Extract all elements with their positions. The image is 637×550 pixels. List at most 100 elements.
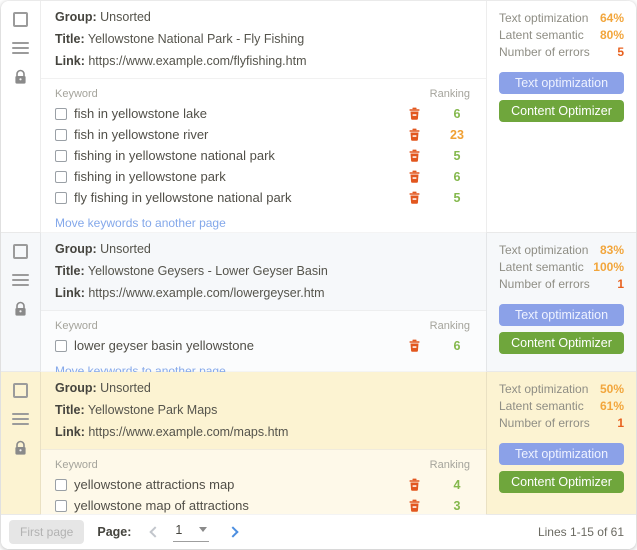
keyword-text: fish in yellowstone river bbox=[74, 127, 208, 142]
stat-value: 100% bbox=[593, 260, 624, 274]
stat-row: Latent semantic 100% bbox=[499, 260, 624, 274]
select-card-checkbox[interactable] bbox=[13, 244, 28, 259]
drag-handle-icon[interactable] bbox=[12, 411, 29, 427]
keyword-cell[interactable]: fish in yellowstone lake bbox=[55, 106, 207, 121]
chevron-right-icon[interactable] bbox=[223, 523, 241, 541]
ranking-column-header: Ranking bbox=[410, 88, 472, 100]
keyword-checkbox[interactable] bbox=[55, 171, 67, 183]
stat-row: Text optimization50% bbox=[499, 382, 624, 396]
title-value: Yellowstone National Park - Fly Fishing bbox=[88, 32, 304, 46]
stat-row: Text optimization64% bbox=[499, 11, 624, 25]
trash-icon[interactable] bbox=[409, 339, 420, 352]
keyword-row: yellowstone attractions map 4 bbox=[55, 474, 472, 495]
stat-label: Latent semantic bbox=[499, 28, 584, 42]
ranking-column-header: Ranking bbox=[410, 459, 472, 471]
group-value: Unsorted bbox=[100, 10, 151, 24]
ranking-value: 6 bbox=[442, 107, 472, 121]
keyword-checkbox[interactable] bbox=[55, 500, 67, 512]
trash-icon[interactable] bbox=[409, 149, 420, 162]
keyword-checkbox[interactable] bbox=[55, 479, 67, 491]
page-meta: Group: Unsorted Title: Yellowstone Geyse… bbox=[41, 233, 486, 310]
ranking-value: 5 bbox=[442, 191, 472, 205]
link-line: Link: https://www.example.com/lowergeyse… bbox=[55, 286, 472, 301]
stat-label: Number of errors bbox=[499, 45, 590, 59]
keyword-actions: 23 bbox=[409, 128, 472, 142]
stat-row: Number of errors1 bbox=[499, 277, 624, 291]
page-card: Group: Unsorted Title: Yellowstone Natio… bbox=[1, 1, 636, 233]
chevron-left-icon[interactable] bbox=[145, 523, 163, 541]
stat-label: Number of errors bbox=[499, 277, 590, 291]
keyword-row: fly fishing in yellowstone national park… bbox=[55, 187, 472, 208]
ranking-value: 6 bbox=[442, 339, 472, 353]
keyword-text: lower geyser basin yellowstone bbox=[74, 338, 254, 353]
keyword-actions: 5 bbox=[409, 191, 472, 205]
trash-icon[interactable] bbox=[409, 478, 420, 491]
content-optimizer-button[interactable]: Content Optimizer bbox=[499, 332, 624, 354]
content-optimizer-button[interactable]: Content Optimizer bbox=[499, 100, 624, 122]
stat-label: Latent semantic bbox=[499, 260, 584, 274]
stat-row: Latent semantic80% bbox=[499, 28, 624, 42]
keyword-text: yellowstone map of attractions bbox=[74, 498, 249, 513]
keyword-text: fish in yellowstone lake bbox=[74, 106, 207, 121]
lock-icon[interactable] bbox=[13, 301, 28, 317]
keyword-row: fishing in yellowstone national park 5 bbox=[55, 145, 472, 166]
ranking-column-header: Ranking bbox=[410, 320, 472, 332]
trash-icon[interactable] bbox=[409, 170, 420, 183]
lock-icon[interactable] bbox=[13, 69, 28, 85]
card-controls-column bbox=[1, 372, 41, 514]
stat-label: Text optimization bbox=[499, 243, 588, 257]
caret-down-icon bbox=[199, 527, 207, 532]
keyword-checkbox[interactable] bbox=[55, 108, 67, 120]
keyword-text: fly fishing in yellowstone national park bbox=[74, 190, 292, 205]
select-card-checkbox[interactable] bbox=[13, 383, 28, 398]
trash-icon[interactable] bbox=[409, 191, 420, 204]
lock-icon[interactable] bbox=[13, 440, 28, 456]
drag-handle-icon[interactable] bbox=[12, 40, 29, 56]
text-optimization-button[interactable]: Text optimization bbox=[499, 443, 624, 465]
keyword-cell[interactable]: yellowstone attractions map bbox=[55, 477, 234, 492]
keyword-row: fish in yellowstone river 23 bbox=[55, 124, 472, 145]
title-value: Yellowstone Geysers - Lower Geyser Basin bbox=[88, 264, 328, 278]
title-label: Title: bbox=[55, 403, 85, 417]
select-card-checkbox[interactable] bbox=[13, 12, 28, 27]
keyword-cell[interactable]: fly fishing in yellowstone national park bbox=[55, 190, 292, 205]
link-line: Link: https://www.example.com/flyfishing… bbox=[55, 54, 472, 69]
stat-label: Latent semantic bbox=[499, 399, 584, 413]
lines-info: Lines 1-15 of 61 bbox=[538, 525, 624, 539]
text-optimization-button[interactable]: Text optimization bbox=[499, 72, 624, 94]
page-number-select[interactable]: 1 bbox=[173, 523, 209, 542]
keyword-cell[interactable]: fishing in yellowstone national park bbox=[55, 148, 275, 163]
trash-icon[interactable] bbox=[409, 499, 420, 512]
content-optimizer-button[interactable]: Content Optimizer bbox=[499, 471, 624, 493]
first-page-button[interactable]: First page bbox=[9, 520, 84, 544]
keyword-column-header: Keyword bbox=[55, 459, 98, 471]
group-line: Group: Unsorted bbox=[55, 10, 472, 25]
card-main: Group: Unsorted Title: Yellowstone Park … bbox=[41, 372, 486, 514]
trash-icon[interactable] bbox=[409, 107, 420, 120]
keyword-checkbox[interactable] bbox=[55, 340, 67, 352]
stat-value: 61% bbox=[600, 399, 624, 413]
keyword-checkbox[interactable] bbox=[55, 150, 67, 162]
group-line: Group: Unsorted bbox=[55, 242, 472, 257]
trash-icon[interactable] bbox=[409, 128, 420, 141]
card-controls-column bbox=[1, 1, 41, 232]
stat-row: Number of errors1 bbox=[499, 416, 624, 430]
keyword-column-header: Keyword bbox=[55, 88, 98, 100]
keyword-cell[interactable]: fishing in yellowstone park bbox=[55, 169, 226, 184]
keyword-cell[interactable]: lower geyser basin yellowstone bbox=[55, 338, 254, 353]
page-label: Page: bbox=[97, 525, 131, 539]
keyword-cell[interactable]: fish in yellowstone river bbox=[55, 127, 208, 142]
keyword-checkbox[interactable] bbox=[55, 192, 67, 204]
link-label: Link: bbox=[55, 425, 85, 439]
link-line: Link: https://www.example.com/maps.htm bbox=[55, 425, 472, 440]
group-label: Group: bbox=[55, 10, 97, 24]
group-label: Group: bbox=[55, 381, 97, 395]
ranking-value: 4 bbox=[442, 478, 472, 492]
drag-handle-icon[interactable] bbox=[12, 272, 29, 288]
keyword-checkbox[interactable] bbox=[55, 129, 67, 141]
stat-row: Number of errors5 bbox=[499, 45, 624, 59]
text-optimization-button[interactable]: Text optimization bbox=[499, 304, 624, 326]
keyword-cell[interactable]: yellowstone map of attractions bbox=[55, 498, 249, 513]
keyword-row: fishing in yellowstone park 6 bbox=[55, 166, 472, 187]
move-keywords-link[interactable]: Move keywords to another page bbox=[55, 216, 226, 230]
